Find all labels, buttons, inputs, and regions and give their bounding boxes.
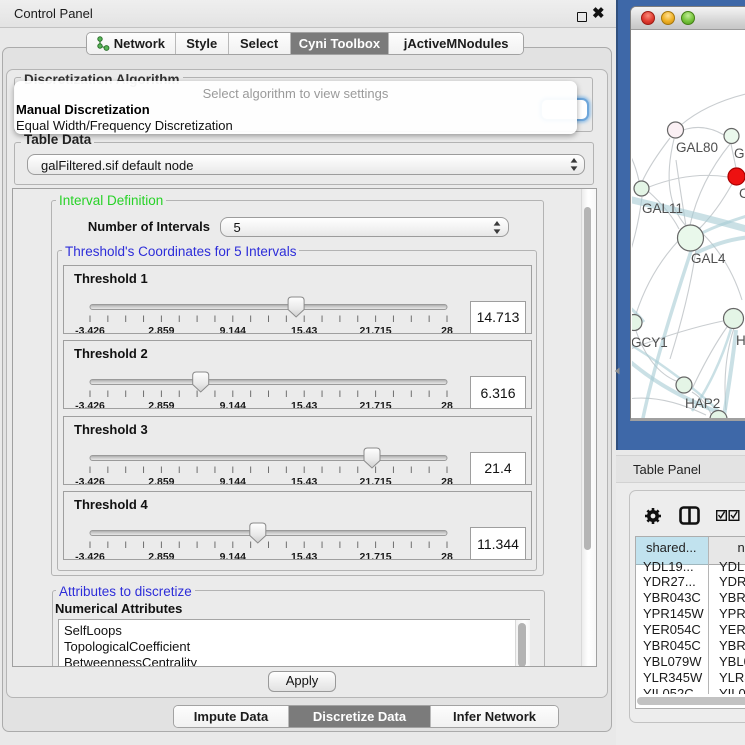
svg-text:GCY1: GCY1 <box>632 335 668 350</box>
svg-text:-3.426: -3.426 <box>75 551 105 559</box>
svg-text:GAL4: GAL4 <box>691 251 726 266</box>
svg-text:9.144: 9.144 <box>220 400 246 408</box>
svg-text:C: C <box>739 186 745 201</box>
svg-text:21.715: 21.715 <box>360 400 392 408</box>
svg-text:-3.426: -3.426 <box>75 476 105 484</box>
svg-text:-3.426: -3.426 <box>75 325 105 333</box>
svg-text:28: 28 <box>441 551 453 559</box>
svg-text:2.859: 2.859 <box>148 325 174 333</box>
svg-text:15.43: 15.43 <box>291 551 317 559</box>
svg-text:15.43: 15.43 <box>291 400 317 408</box>
svg-text:2.859: 2.859 <box>148 551 174 559</box>
svg-text:28: 28 <box>441 325 453 333</box>
svg-text:9.144: 9.144 <box>220 551 246 559</box>
svg-text:28: 28 <box>441 400 453 408</box>
svg-text:2.859: 2.859 <box>148 400 174 408</box>
svg-text:9.144: 9.144 <box>220 325 246 333</box>
svg-text:G.: G. <box>734 146 745 161</box>
svg-text:H: H <box>736 333 745 348</box>
svg-text:-3.426: -3.426 <box>75 400 105 408</box>
svg-text:2.859: 2.859 <box>148 476 174 484</box>
svg-text:GAL80: GAL80 <box>676 140 718 155</box>
svg-text:9.144: 9.144 <box>220 476 246 484</box>
svg-text:21.715: 21.715 <box>360 551 392 559</box>
svg-text:15.43: 15.43 <box>291 476 317 484</box>
svg-text:HAP2: HAP2 <box>685 396 720 411</box>
svg-text:15.43: 15.43 <box>291 325 317 333</box>
svg-text:21.715: 21.715 <box>360 325 392 333</box>
svg-text:GAL11: GAL11 <box>642 201 683 216</box>
svg-text:21.715: 21.715 <box>360 476 392 484</box>
svg-text:28: 28 <box>441 476 453 484</box>
